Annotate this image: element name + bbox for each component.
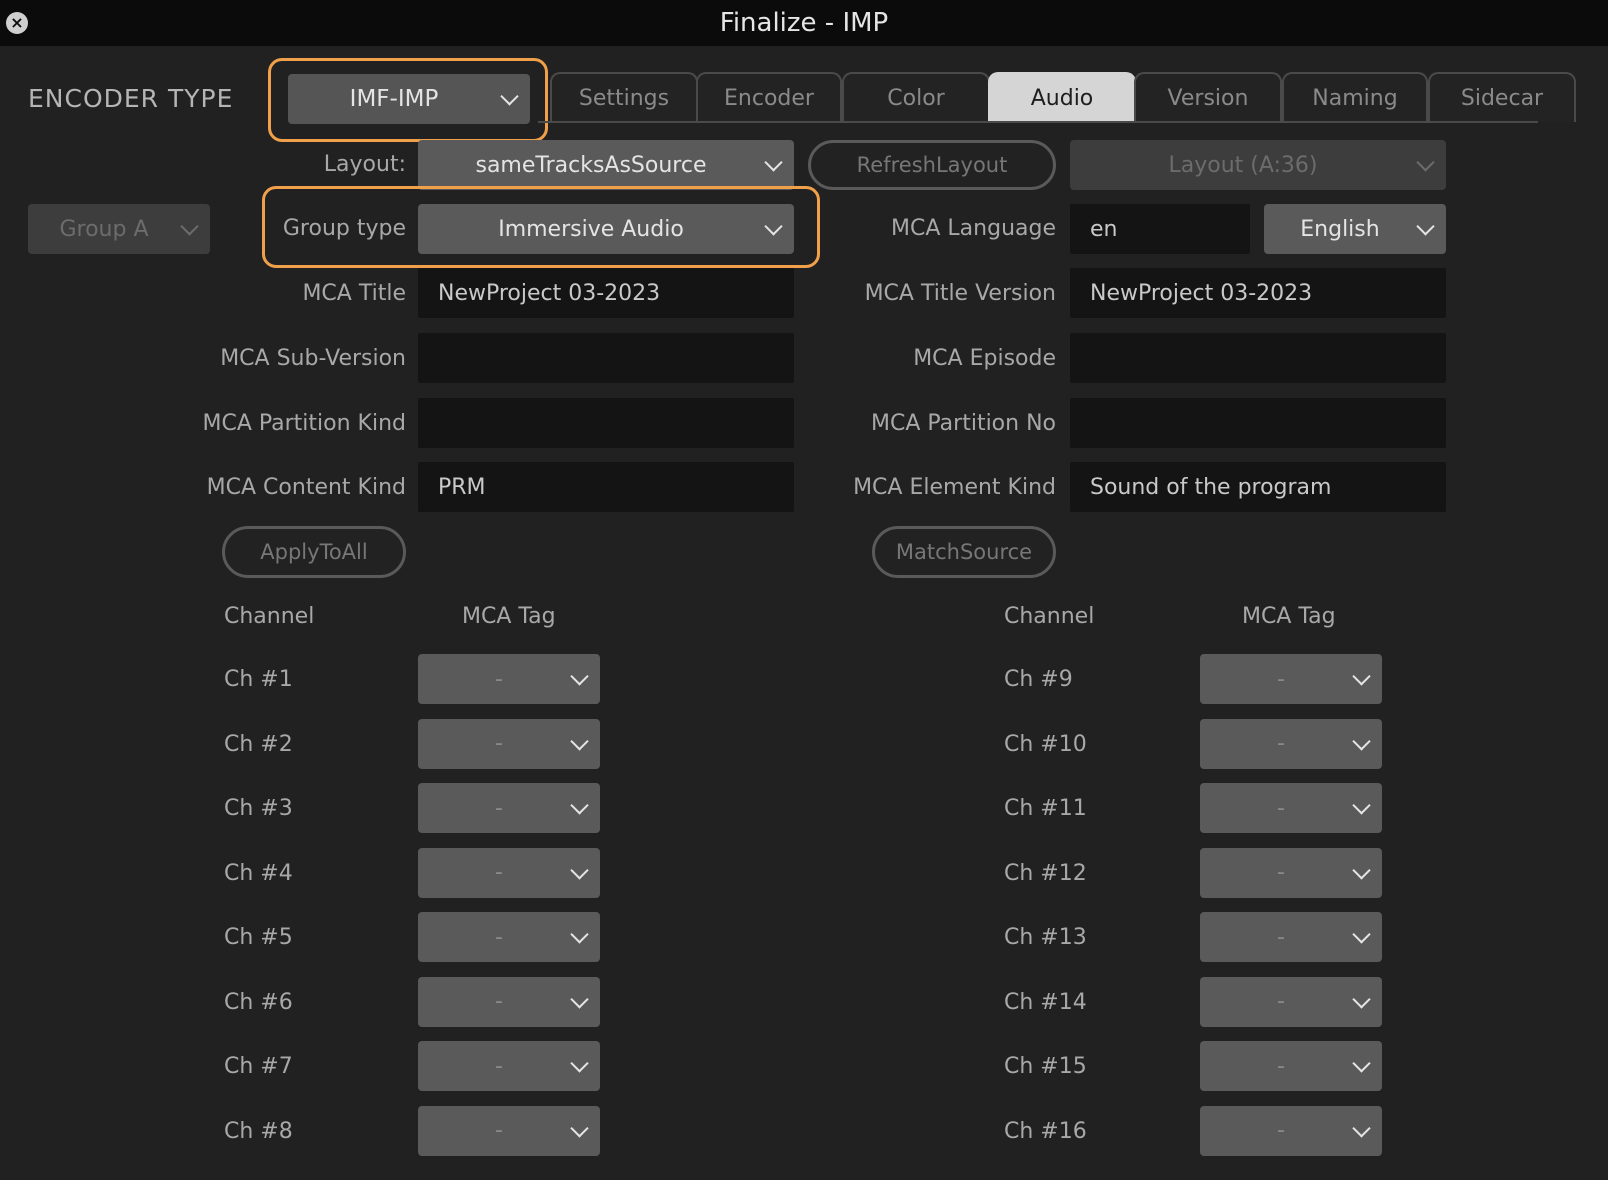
encoder-type-value: IMF-IMP — [349, 86, 439, 112]
mca-content-kind-value: PRM — [438, 474, 486, 500]
match-source-button[interactable]: MatchSource — [872, 526, 1056, 578]
mca-title-label: MCA Title — [302, 281, 406, 306]
encoder-type-label: ENCODER TYPE — [28, 84, 234, 113]
tab-label: Settings — [578, 85, 670, 111]
mca-tag-select[interactable]: - — [1200, 1041, 1382, 1091]
mca-tag-select[interactable]: - — [418, 976, 600, 1027]
channel-header-right: Channel — [1004, 604, 1095, 629]
mca-tag-select[interactable]: - — [1200, 654, 1382, 704]
layout-select[interactable]: sameTracksAsSource — [418, 140, 794, 190]
channel-label: Ch #10 — [1004, 731, 1087, 757]
tab-label: Color — [887, 85, 945, 111]
mca-title-version-label: MCA Title Version — [864, 281, 1056, 306]
mca-sub-version-field[interactable] — [418, 333, 794, 383]
tab-naming[interactable]: Naming — [1282, 72, 1428, 122]
mca-tag-select[interactable]: - — [418, 654, 600, 704]
channel-label: Ch #8 — [224, 1118, 293, 1144]
channel-label: Ch #13 — [1004, 925, 1087, 950]
mca-element-kind-label: MCA Element Kind — [853, 475, 1056, 500]
refresh-layout-button[interactable]: RefreshLayout — [808, 140, 1056, 190]
mca-language-code: en — [1090, 216, 1118, 242]
mca-tag-select[interactable]: - — [418, 783, 600, 833]
encoder-type-select[interactable]: IMF-IMP — [288, 74, 530, 124]
group-select[interactable]: Group A — [28, 204, 210, 254]
mca-tag-select[interactable]: - — [1200, 847, 1382, 898]
finalize-window: × Finalize - IMP ENCODER TYPE IMF-IMP Se… — [0, 0, 1608, 1180]
group-type-value: Immersive Audio — [498, 216, 684, 242]
window-title: Finalize - IMP — [719, 8, 889, 38]
tab-encoder[interactable]: Encoder — [696, 72, 842, 122]
channel-label: Ch #7 — [224, 1054, 293, 1079]
tab-label: Encoder — [724, 85, 814, 111]
mca-tag-select[interactable]: - — [418, 1105, 600, 1156]
tab-label: Sidecar — [1460, 85, 1544, 111]
mca-tag-header-left: MCA Tag — [462, 604, 556, 629]
mca-tag-select[interactable]: - — [1200, 912, 1382, 962]
tab-label: Version — [1167, 85, 1249, 111]
mca-partition-kind-field[interactable] — [418, 398, 794, 448]
channel-label: Ch #4 — [224, 860, 293, 886]
channel-header-left: Channel — [224, 604, 315, 629]
channel-label: Ch #6 — [224, 989, 293, 1015]
mca-episode-label: MCA Episode — [913, 346, 1056, 371]
mca-language-select[interactable]: English — [1264, 204, 1446, 254]
apply-to-all-button[interactable]: ApplyToAll — [222, 526, 406, 578]
channel-label: Ch #1 — [224, 667, 293, 692]
layout-label: Layout: — [323, 152, 406, 177]
mca-tag-header-right: MCA Tag — [1242, 604, 1336, 629]
channel-label: Ch #2 — [224, 731, 293, 757]
mca-element-kind-field[interactable]: Sound of the program — [1070, 462, 1446, 512]
mca-language-code-field[interactable]: en — [1070, 204, 1250, 254]
mca-episode-field[interactable] — [1070, 333, 1446, 383]
mca-title-field[interactable]: NewProject 03-2023 — [418, 268, 794, 318]
tab-label: Audio — [1030, 85, 1094, 111]
channel-label: Ch #15 — [1004, 1054, 1087, 1079]
tab-version[interactable]: Version — [1134, 72, 1282, 122]
tab-color[interactable]: Color — [842, 72, 990, 122]
tab-settings[interactable]: Settings — [550, 72, 698, 122]
tab-divider — [538, 121, 1538, 123]
mca-title-version-field[interactable]: NewProject 03-2023 — [1070, 268, 1446, 318]
mca-tag-select[interactable]: - — [1200, 976, 1382, 1027]
mca-tag-select[interactable]: - — [1200, 783, 1382, 833]
channel-label: Ch #11 — [1004, 796, 1087, 821]
mca-tag-select[interactable]: - — [418, 912, 600, 962]
apply-to-all-label: ApplyToAll — [260, 540, 368, 564]
tab-sidecar[interactable]: Sidecar — [1428, 72, 1576, 122]
channel-label: Ch #5 — [224, 925, 293, 950]
mca-tag-select[interactable]: - — [418, 1041, 600, 1091]
mca-tag-select[interactable]: - — [418, 718, 600, 769]
mca-tag-select[interactable]: - — [418, 847, 600, 898]
mca-element-kind-value: Sound of the program — [1090, 474, 1332, 500]
layout-secondary-select[interactable]: Layout (A:36) — [1070, 140, 1446, 190]
mca-content-kind-field[interactable]: PRM — [418, 462, 794, 512]
layout-value: sameTracksAsSource — [475, 152, 707, 178]
refresh-layout-label: RefreshLayout — [856, 153, 1008, 177]
group-type-select[interactable]: Immersive Audio — [418, 204, 794, 254]
mca-tag-select[interactable]: - — [1200, 1105, 1382, 1156]
channel-label: Ch #16 — [1004, 1118, 1087, 1144]
mca-partition-no-label: MCA Partition No — [871, 411, 1056, 436]
tab-audio[interactable]: Audio — [988, 72, 1136, 122]
mca-content-kind-label: MCA Content Kind — [206, 475, 406, 500]
layout-secondary-value: Layout (A:36) — [1168, 152, 1318, 178]
tab-label: Naming — [1312, 85, 1398, 111]
match-source-label: MatchSource — [895, 540, 1033, 564]
channel-label: Ch #9 — [1004, 667, 1073, 692]
channel-label: Ch #3 — [224, 796, 293, 821]
channel-label: Ch #12 — [1004, 860, 1087, 886]
mca-sub-version-label: MCA Sub-Version — [220, 346, 406, 371]
mca-partition-kind-label: MCA Partition Kind — [202, 411, 406, 436]
mca-tag-select[interactable]: - — [1200, 718, 1382, 769]
mca-language-label: MCA Language — [891, 216, 1056, 241]
mca-partition-no-field[interactable] — [1070, 398, 1446, 448]
title-bar: × Finalize - IMP — [0, 0, 1608, 46]
mca-title-value: NewProject 03-2023 — [438, 280, 661, 306]
group-type-label: Group type — [282, 216, 406, 241]
mca-title-version-value: NewProject 03-2023 — [1090, 280, 1313, 306]
close-icon[interactable]: × — [6, 12, 28, 34]
channel-label: Ch #14 — [1004, 989, 1087, 1015]
